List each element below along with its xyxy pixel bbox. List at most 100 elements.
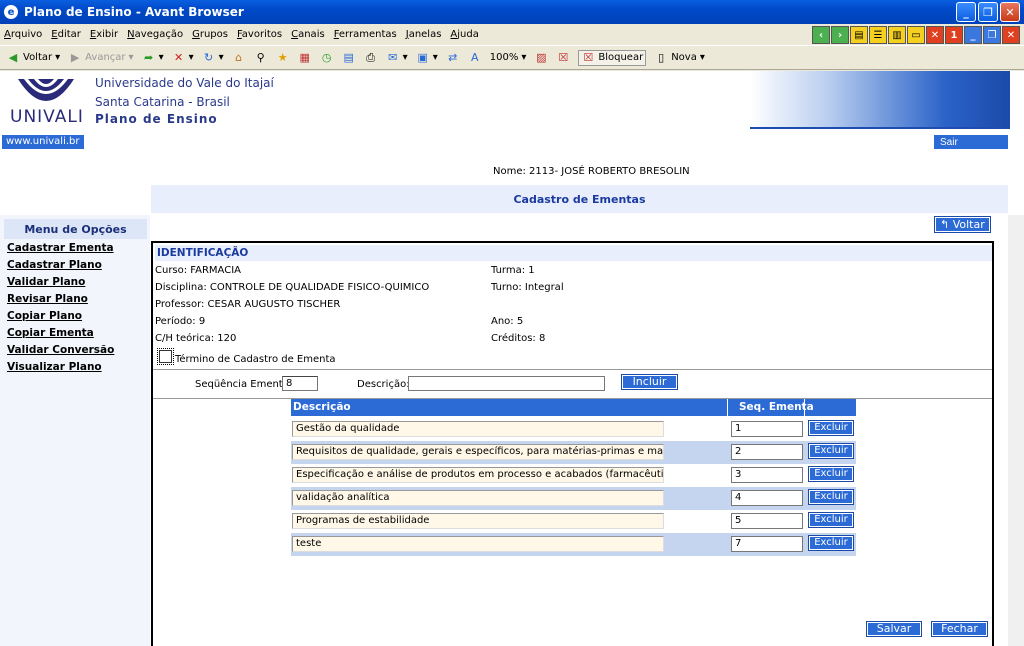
web-page: UNIVALI Universidade do Vale do Itajaí S… [0,71,1024,646]
new-window-button[interactable]: ▯ Nova ▾ [654,51,705,65]
font-size-icon: A [470,51,479,64]
termino-label: Término de Cadastro de Ementa [175,354,336,365]
sidebar-item-validar-conversao[interactable]: Validar Conversão [7,344,114,356]
row-seq-input[interactable]: 4 [731,490,803,506]
menu-exibir[interactable]: Exibir [90,29,118,40]
sidebar: Menu de Opções Cadastrar Ementa Cadastra… [0,215,150,646]
go-button[interactable]: ➦ ▾ [142,51,164,65]
restore-button[interactable]: ❐ [978,2,998,22]
print-button[interactable]: ⎙ [364,51,378,65]
row-seq-input[interactable]: 2 [731,444,803,460]
minimize-button[interactable]: _ [956,2,976,22]
favorites-button[interactable]: ★ [276,51,290,65]
fechar-button[interactable]: Fechar [931,621,988,637]
tab-minimize-icon[interactable]: _ [964,26,982,44]
menu-ferramentas[interactable]: Ferramentas [334,29,397,40]
excluir-button[interactable]: Excluir [808,489,854,505]
window-button[interactable]: ▣ ▾ [416,51,438,65]
university-name: Universidade do Vale do Itajaí [95,76,274,90]
row-seq-input[interactable]: 1 [731,421,803,437]
refresh-button[interactable]: ↻ ▾ [202,51,224,65]
row-desc-input[interactable]: Requisitos de qualidade, gerais e especí… [292,444,664,460]
row-seq-input[interactable]: 5 [731,513,803,529]
forward-arrow-icon: ▶ [70,51,80,64]
close-button[interactable]: ✕ [1000,2,1020,22]
menu-editar[interactable]: Editar [51,29,81,40]
excluir-button[interactable]: Excluir [808,466,854,482]
search-icon: ⚲ [256,51,265,64]
row-desc-input[interactable]: Programas de estabilidade [292,513,664,529]
tile-vertical-icon[interactable]: ▥ [888,26,906,44]
tab-close-icon[interactable]: ✕ [1002,26,1020,44]
channels-button[interactable]: ▦ [298,51,312,65]
univali-logo-text: UNIVALI [10,107,84,127]
menu-navegacao[interactable]: Navegação [127,29,183,40]
font-button[interactable]: A [468,51,482,65]
menu-janelas[interactable]: Janelas [406,29,442,40]
back-button[interactable]: ◀ Voltar ▾ [6,51,60,65]
vertical-scrollbar[interactable] [1008,215,1024,646]
sidebar-item-copiar-ementa[interactable]: Copiar Ementa [7,327,94,339]
row-desc-input[interactable]: Gestão da qualidade [292,421,664,437]
excluir-button[interactable]: Excluir [808,535,854,551]
salvar-button[interactable]: Salvar [866,621,922,637]
tab-prev-icon[interactable]: ‹ [812,26,830,44]
back-arrow-icon: ◀ [8,51,18,64]
sidebar-item-cadastrar-plano[interactable]: Cadastrar Plano [7,259,102,271]
home-icon: ⌂ [235,51,243,64]
tab-next-icon[interactable]: › [831,26,849,44]
site-link[interactable]: www.univali.br [2,135,84,149]
section-title: Cadastro de Ementas [151,185,1008,213]
page-button[interactable]: ▤ [342,51,356,65]
stop-button[interactable]: ✕ ▾ [172,51,194,65]
periodo-label: Período: 9 [155,316,206,327]
sidebar-item-visualizar-plano[interactable]: Visualizar Plano [7,361,102,373]
row-desc-input[interactable]: Especificação e análise de produtos em p… [292,467,664,483]
excluir-button[interactable]: Excluir [808,443,854,459]
cascade-icon[interactable]: ▤ [850,26,868,44]
menu-grupos[interactable]: Grupos [192,29,228,40]
star-icon: ★ [277,51,288,64]
window-titlebar: e Plano de Ensino - Avant Browser _ ❐ ✕ [0,0,1024,24]
desc-label: Descrição: [357,379,410,390]
close-all-icon[interactable]: ✕ [926,26,944,44]
sidebar-item-cadastrar-ementa[interactable]: Cadastrar Ementa [7,242,114,254]
menu-arquivo[interactable]: Arquivo [4,29,42,40]
row-seq-input[interactable]: 3 [731,467,803,483]
system-name: Plano de Ensino [95,112,218,126]
table-row: Requisitos de qualidade, gerais e especí… [291,441,856,464]
images-button[interactable]: ▨ [534,51,548,65]
single-window-icon[interactable]: 1 [945,26,963,44]
termino-checkbox[interactable] [157,348,174,365]
tile-horizontal-icon[interactable]: ☰ [869,26,887,44]
search-button[interactable]: ⚲ [254,51,268,65]
translate-button[interactable]: ⇄ [446,51,460,65]
menu-ajuda[interactable]: Ajuda [450,29,478,40]
logout-button[interactable]: Sair [934,135,1008,149]
history-button[interactable]: ◷ [320,51,334,65]
excluir-button[interactable]: Excluir [808,512,854,528]
menu-bar: Arquivo Editar Exibir Navegação Grupos F… [0,24,1024,46]
sidebar-item-validar-plano[interactable]: Validar Plano [7,276,85,288]
table-row: Especificação e análise de produtos em p… [291,464,856,487]
zoom-select[interactable]: 100% ▾ [490,52,527,63]
row-desc-input[interactable]: teste [292,536,664,552]
desc-input[interactable] [408,376,605,391]
menu-canais[interactable]: Canais [291,29,325,40]
menu-favoritos[interactable]: Favoritos [237,29,282,40]
forward-button[interactable]: ▶ Avançar ▾ [68,51,134,65]
sidebar-item-revisar-plano[interactable]: Revisar Plano [7,293,88,305]
flash-button[interactable]: ☒ [556,51,570,65]
incluir-button[interactable]: Incluir [621,374,678,390]
seq-input[interactable] [282,376,318,391]
mail-button[interactable]: ✉ ▾ [386,51,408,65]
sidebar-item-copiar-plano[interactable]: Copiar Plano [7,310,82,322]
minimize-all-icon[interactable]: ▭ [907,26,925,44]
tab-restore-icon[interactable]: ❐ [983,26,1001,44]
home-button[interactable]: ⌂ [232,51,246,65]
popup-block-button[interactable]: ☒ Bloquear [578,49,647,66]
row-seq-input[interactable]: 7 [731,536,803,552]
row-desc-input[interactable]: validação analítica [292,490,664,506]
voltar-button[interactable]: ↰ Voltar [934,216,991,233]
excluir-button[interactable]: Excluir [808,420,854,436]
